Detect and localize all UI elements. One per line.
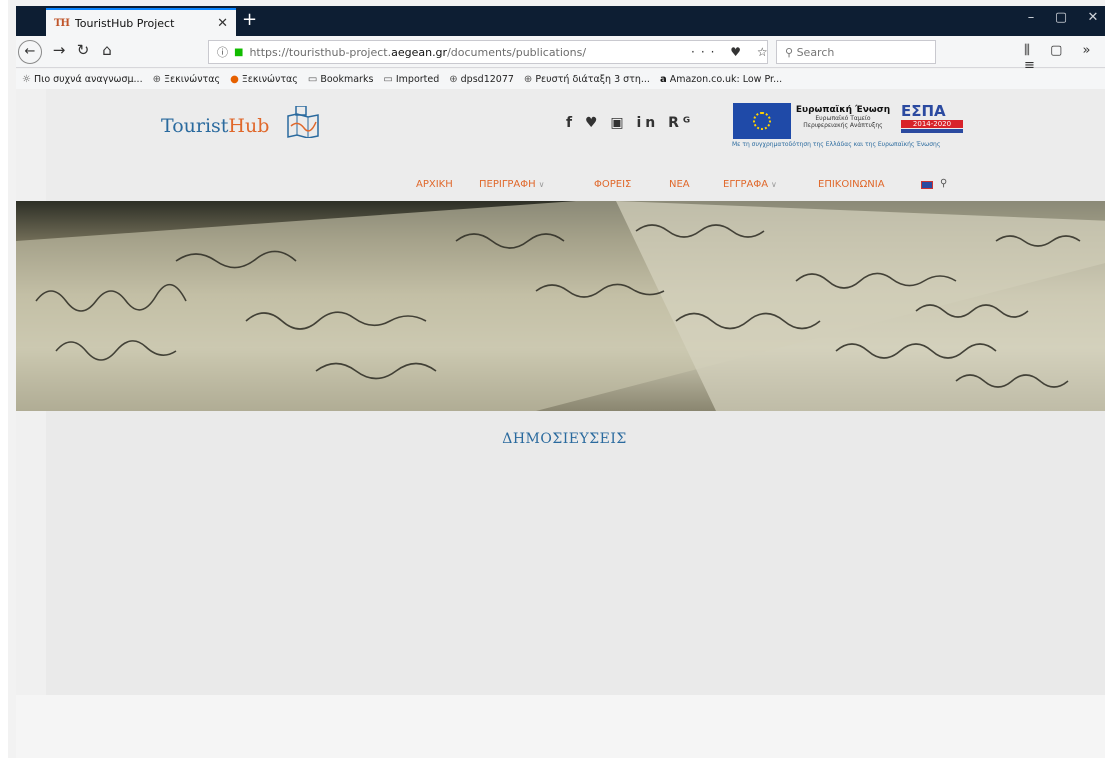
search-input[interactable]: ⚲ Search <box>776 40 936 64</box>
new-tab-icon[interactable]: + <box>242 10 257 30</box>
web-page: TouristHub f ♥ ▣ in Rᴳ Ευρωπαϊκή Ένωση Ε… <box>16 89 1105 758</box>
espa-years: 2014-2020 <box>901 120 963 128</box>
bookmark-label: Ξεκινώντας <box>241 73 298 85</box>
search-icon[interactable]: ⚲ <box>940 178 947 189</box>
browser-window: TH TouristHub Project ✕ + – ▢ ✕ ← → ↻ ⌂ … <box>0 0 1105 758</box>
main-menu: ΑΡΧΙΚΗ ΠΕΡΙΓΡΑΦΗ ∨ ΦΟΡΕΙΣ ΝΕΑ ΕΓΓΡΑΦΑ ∨ ΕΠ… <box>16 175 1105 199</box>
forward-arrow-icon[interactable]: → <box>48 41 70 59</box>
globe-icon: ⊕ <box>449 73 458 85</box>
menu-label: ΑΡΧΙΚΗ <box>416 179 453 190</box>
menu-label: ΕΓΓΡΑΦΑ <box>723 179 769 190</box>
folder-icon: ▭ <box>383 73 393 85</box>
logo-tourist-text: Tourist <box>161 115 229 137</box>
bookmark-item[interactable]: ▭ Imported <box>383 74 439 85</box>
maximize-icon[interactable]: ▢ <box>1046 10 1076 25</box>
bookmark-label: Imported <box>395 73 440 85</box>
page-title: ΔΗΜΟΣΙΕΥΣΕΙΣ <box>502 431 627 447</box>
bookmarks-bar: ☼ Πιο συχνά αναγνωσμ... ⊕ Ξεκινώντας ● Ξεκι… <box>16 69 1105 89</box>
logo-hub-text: Hub <box>228 115 270 137</box>
eu-flag-icon <box>733 103 791 139</box>
home-icon[interactable]: ⌂ <box>96 41 118 59</box>
close-window-icon[interactable]: ✕ <box>1078 10 1105 25</box>
minimize-icon[interactable]: – <box>1016 10 1046 25</box>
bookmark-item[interactable]: ⊕ Ξεκινώντας <box>153 74 220 85</box>
menu-item-documents[interactable]: ΕΓΓΡΑΦΑ ∨ <box>723 179 777 190</box>
firefox-icon: ● <box>230 73 239 85</box>
hero-banner-image <box>16 201 1105 411</box>
menu-item-home[interactable]: ΑΡΧΙΚΗ <box>416 179 453 190</box>
menu-label: ΦΟΡΕΙΣ <box>594 179 632 190</box>
tab-title: TouristHub Project <box>74 16 175 30</box>
menu-item-partners[interactable]: ΦΟΡΕΙΣ <box>594 179 631 190</box>
espa-title: ΕΣΠΑ <box>901 102 946 120</box>
bookmark-item[interactable]: ▭ Bookmarks <box>308 74 374 85</box>
bookmark-label: Bookmarks <box>320 73 374 85</box>
bookmark-label: Ρευστή διάταξη 3 στη... <box>535 73 650 85</box>
bookmark-item[interactable]: ⊕ Ρευστή διάταξη 3 στη... <box>524 74 650 85</box>
browser-tab[interactable]: TH TouristHub Project ✕ <box>46 8 236 36</box>
navigation-toolbar: ← → ↻ ⌂ ⓘ ■ https://touristhub-project. a… <box>16 36 1105 73</box>
back-arrow-icon[interactable]: ← <box>18 40 42 64</box>
url-path: /documents/publications/ <box>447 45 587 59</box>
eu-label: Ευρωπαϊκή Ένωση Ευρωπαϊκό Ταμείο Περιφερ… <box>794 105 892 129</box>
cofunding-note: Με τη συγχρηματοδότηση της Ελλάδας και τ… <box>732 141 941 148</box>
bookmark-label: dpsd12077 <box>460 73 514 85</box>
bookmark-label: Πιο συχνά αναγνωσμ... <box>33 73 143 85</box>
bookmark-label: Ξεκινώντας <box>163 73 221 85</box>
chevron-down-icon: ∨ <box>538 180 545 189</box>
url-domain: aegean.gr <box>391 45 448 59</box>
uk-flag-icon[interactable] <box>921 181 933 189</box>
espa-logo: ΕΣΠΑ 2014-2020 <box>901 103 963 133</box>
eu-title: Ευρωπαϊκή Ένωση <box>795 105 891 115</box>
menu-label: ΕΠΙΚΟΙΝΩΝΙΑ <box>818 179 885 190</box>
chevron-down-icon: ∨ <box>771 180 777 189</box>
globe-icon: ⊕ <box>152 73 161 85</box>
menu-item-news[interactable]: ΝΕΑ <box>669 179 690 190</box>
title-bar: TH TouristHub Project ✕ + – ▢ ✕ <box>16 6 1105 36</box>
amazon-icon: a <box>659 73 667 85</box>
menu-item-contact[interactable]: ΕΠΙΚΟΙΝΩΝΙΑ <box>818 179 885 190</box>
close-tab-icon[interactable]: ✕ <box>217 16 228 31</box>
reload-icon[interactable]: ↻ <box>72 41 94 59</box>
bookmark-item[interactable]: ☼ Πιο συχνά αναγνωσμ... <box>22 74 143 85</box>
lock-icon: ■ <box>234 46 244 58</box>
menu-item-description[interactable]: ΠΕΡΙΓΡΑΦΗ ∨ <box>479 179 545 190</box>
social-links[interactable]: f ♥ ▣ in Rᴳ <box>566 115 694 131</box>
eu-sub2: Περιφερειακής Ανάπτυξης <box>803 122 883 129</box>
bookmark-item[interactable]: ⊕ dpsd12077 <box>449 74 514 85</box>
info-icon[interactable]: ⓘ <box>217 44 228 60</box>
menu-label: ΝΕΑ <box>669 179 690 190</box>
url-bar[interactable]: ⓘ ■ https://touristhub-project. aegean.gr… <box>208 40 768 64</box>
url-prefix: https://touristhub-project. <box>249 45 392 59</box>
search-placeholder: Search <box>796 46 835 59</box>
footer-area <box>16 695 1105 758</box>
site-logo[interactable]: TouristHub <box>161 115 269 137</box>
gear-icon: ☼ <box>22 73 31 85</box>
menu-label: ΠΕΡΙΓΡΑΦΗ <box>479 179 536 190</box>
globe-icon: ⊕ <box>523 73 533 85</box>
handwritten-letters-illustration <box>16 201 1105 411</box>
eu-sub1: Ευρωπαϊκό Ταμείο <box>815 115 871 122</box>
bookmark-item[interactable]: a Amazon.co.uk: Low Pr... <box>660 74 782 85</box>
page-actions-icons[interactable]: ··· ♥ ☆ <box>691 45 774 59</box>
favicon-icon: TH <box>54 17 70 29</box>
bookmark-item[interactable]: ● Ξεκινώντας <box>230 74 298 85</box>
map-icon <box>287 106 319 138</box>
bookmark-label: Amazon.co.uk: Low Pr... <box>669 73 783 85</box>
folder-icon: ▭ <box>307 73 318 85</box>
content-area <box>46 411 1105 695</box>
